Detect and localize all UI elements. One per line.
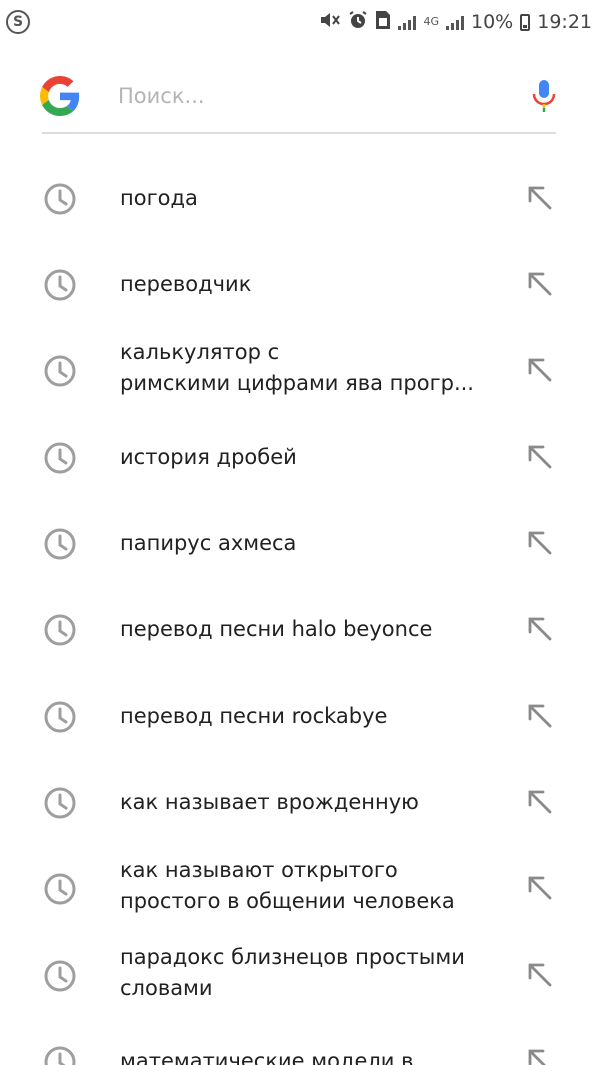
suggestion-text: перевод песни halo beyonce bbox=[120, 617, 433, 641]
suggestion-text: калькулятор с римскими цифрами ява прогр… bbox=[120, 340, 474, 395]
suggestion-text: математические модели в bbox=[120, 1049, 414, 1065]
microphone-icon[interactable] bbox=[530, 78, 558, 114]
fill-query-arrow-icon[interactable] bbox=[526, 874, 554, 902]
history-clock-icon bbox=[44, 442, 76, 474]
suggestion-item[interactable]: папирус ахмеса bbox=[0, 500, 600, 586]
suggestion-item[interactable]: переводчик bbox=[0, 241, 600, 327]
suggestion-text: история дробей bbox=[120, 445, 297, 469]
history-clock-icon bbox=[44, 614, 76, 646]
suggestion-item[interactable]: математические модели в bbox=[0, 1018, 600, 1065]
fill-query-arrow-icon[interactable] bbox=[526, 184, 554, 212]
fill-query-arrow-icon[interactable] bbox=[526, 788, 554, 816]
network-4g-icon: 4G bbox=[423, 15, 439, 28]
fill-query-arrow-icon[interactable] bbox=[526, 961, 554, 989]
sim-card-icon bbox=[375, 10, 391, 35]
fill-query-arrow-icon[interactable] bbox=[526, 529, 554, 557]
suggestion-text: как называет врожденную bbox=[120, 790, 419, 814]
fill-query-arrow-icon[interactable] bbox=[526, 1047, 554, 1065]
history-clock-icon bbox=[44, 873, 76, 905]
suggestion-text: папирус ахмеса bbox=[120, 531, 297, 555]
search-input[interactable] bbox=[118, 84, 530, 108]
status-bar: S 4G 10% 19:21 bbox=[0, 0, 600, 44]
screen: S 4G 10% 19:21 Поиск... погода переводчи… bbox=[0, 0, 600, 1065]
suggestion-item[interactable]: как называет врожденную bbox=[0, 759, 600, 845]
suggestion-text: переводчик bbox=[120, 272, 252, 296]
suggestion-text: как называют открытого простого в общени… bbox=[120, 858, 455, 913]
suggestion-text: погода bbox=[120, 186, 198, 210]
suggestion-item[interactable]: история дробей bbox=[0, 414, 600, 500]
history-clock-icon bbox=[44, 355, 76, 387]
history-clock-icon bbox=[44, 787, 76, 819]
alarm-icon bbox=[348, 10, 368, 35]
google-logo[interactable] bbox=[40, 76, 80, 116]
suggestion-item[interactable]: перевод песни halo beyonce bbox=[0, 586, 600, 672]
history-clock-icon bbox=[44, 269, 76, 301]
suggestion-item[interactable]: как называют открытого простого в общени… bbox=[0, 845, 600, 931]
fill-query-arrow-icon[interactable] bbox=[526, 270, 554, 298]
fill-query-arrow-icon[interactable] bbox=[526, 356, 554, 384]
fill-query-arrow-icon[interactable] bbox=[526, 443, 554, 471]
search-bar bbox=[40, 60, 558, 134]
suggestion-text: парадокс близнецов простыми словами bbox=[120, 945, 465, 1000]
history-clock-icon bbox=[44, 528, 76, 560]
battery-icon bbox=[520, 13, 531, 31]
fill-query-arrow-icon[interactable] bbox=[526, 702, 554, 730]
suggestion-item[interactable]: погода bbox=[0, 155, 600, 241]
history-clock-icon bbox=[44, 960, 76, 992]
battery-percent: 10% bbox=[471, 11, 514, 33]
signal-icon bbox=[446, 14, 464, 30]
history-clock-icon bbox=[44, 701, 76, 733]
suggestion-item[interactable]: перевод песни rockabye bbox=[0, 673, 600, 759]
signal-icon bbox=[398, 14, 417, 30]
suggestion-text: перевод песни rockabye bbox=[120, 704, 388, 728]
history-clock-icon bbox=[44, 1046, 76, 1065]
suggestion-item[interactable]: парадокс близнецов простыми словами bbox=[0, 932, 600, 1018]
skype-icon: S bbox=[6, 10, 30, 34]
suggestion-item[interactable]: калькулятор с римскими цифрами ява прогр… bbox=[0, 327, 600, 413]
mute-icon bbox=[319, 11, 341, 34]
history-clock-icon bbox=[44, 183, 76, 215]
clock-time: 19:21 bbox=[537, 11, 592, 33]
fill-query-arrow-icon[interactable] bbox=[526, 615, 554, 643]
